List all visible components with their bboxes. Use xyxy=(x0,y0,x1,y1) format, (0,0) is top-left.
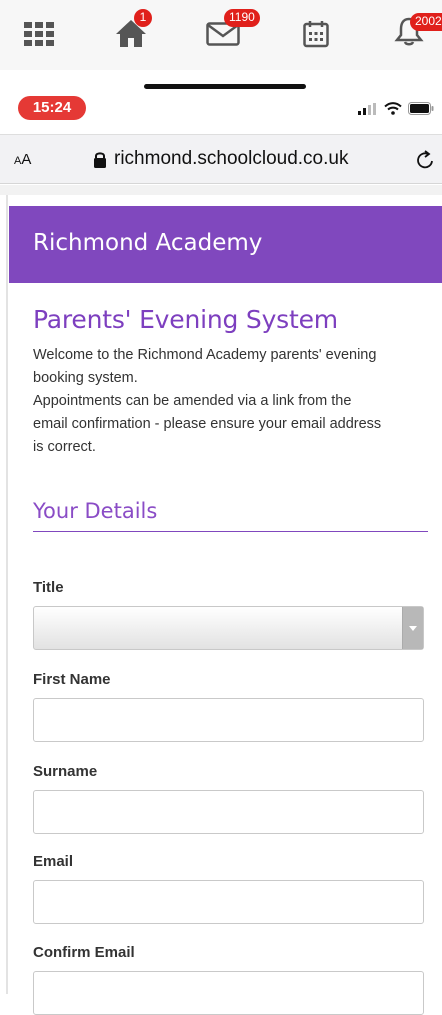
confirm-email-label: Confirm Email xyxy=(33,944,424,961)
signal-icon xyxy=(358,102,378,120)
school-header: Richmond Academy xyxy=(9,206,442,283)
surname-field: Surname xyxy=(33,763,424,834)
first-name-input[interactable] xyxy=(33,698,424,742)
intro-line: Appointments can be amended via a link f… xyxy=(33,390,428,413)
battery-icon xyxy=(408,102,434,120)
surname-label: Surname xyxy=(33,763,424,780)
calendar-icon[interactable] xyxy=(303,20,329,53)
title-select[interactable] xyxy=(33,606,424,650)
email-field: Email xyxy=(33,853,424,924)
email-input[interactable] xyxy=(33,880,424,924)
intro-line: booking system. xyxy=(33,367,428,390)
home-badge: 1 xyxy=(134,9,152,27)
first-name-field: First Name xyxy=(33,671,424,742)
section-title: Your Details xyxy=(33,499,428,532)
notifications-badge: 2002 xyxy=(410,13,442,31)
app-tab-bar: 1 1190 2002 xyxy=(0,0,442,70)
title-field: Title xyxy=(33,579,424,650)
reload-icon[interactable] xyxy=(416,149,436,176)
messages-badge: 1190 xyxy=(224,9,260,27)
surname-input[interactable] xyxy=(33,790,424,834)
school-name: Richmond Academy xyxy=(33,230,262,256)
page-title: Parents' Evening System xyxy=(33,305,428,334)
title-label: Title xyxy=(33,579,424,596)
status-icons xyxy=(358,102,434,120)
status-time: 15:24 xyxy=(18,96,86,120)
intro-line: is correct. xyxy=(33,436,428,459)
card-border xyxy=(6,195,8,994)
text-size-button[interactable]: AA xyxy=(14,151,31,168)
confirm-email-field: Confirm Email xyxy=(33,944,424,1015)
intro-line: Welcome to the Richmond Academy parents'… xyxy=(33,344,428,367)
intro-text: Welcome to the Richmond Academy parents'… xyxy=(33,344,428,459)
page-gap xyxy=(0,185,442,195)
grid-icon[interactable] xyxy=(24,22,54,51)
wifi-icon xyxy=(384,102,402,120)
chevron-down-icon[interactable] xyxy=(402,607,423,649)
main-content: Parents' Evening System Welcome to the R… xyxy=(33,283,428,532)
url-text[interactable]: richmond.schoolcloud.co.uk xyxy=(114,148,348,170)
lock-icon xyxy=(93,151,107,173)
home-indicator[interactable] xyxy=(144,84,306,89)
email-label: Email xyxy=(33,853,424,870)
first-name-label: First Name xyxy=(33,671,424,688)
address-bar[interactable]: AA richmond.schoolcloud.co.uk xyxy=(0,134,442,184)
intro-line: email confirmation - please ensure your … xyxy=(33,413,428,436)
confirm-email-input[interactable] xyxy=(33,971,424,1015)
